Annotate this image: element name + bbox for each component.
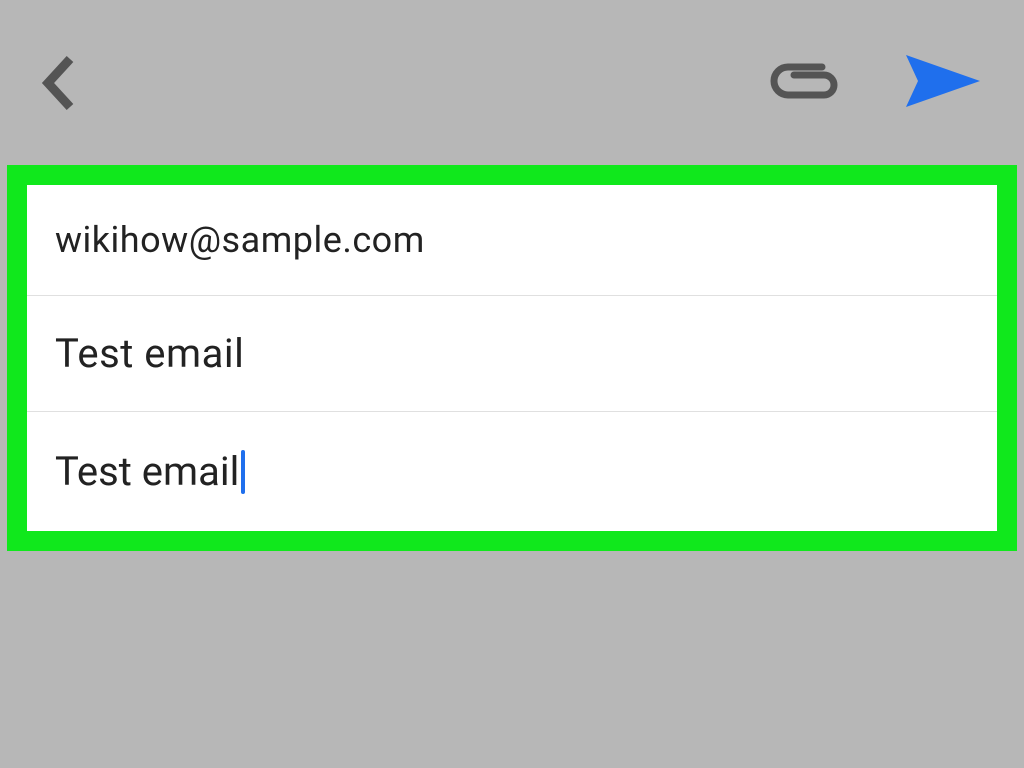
body-value: Test email <box>55 448 239 495</box>
subject-value: Test email <box>55 330 244 377</box>
toolbar-right <box>766 51 984 115</box>
attach-button[interactable] <box>766 60 844 106</box>
send-icon <box>904 51 984 111</box>
chevron-left-icon <box>40 53 80 113</box>
to-value: wikihow@sample.com <box>55 219 425 261</box>
toolbar <box>0 0 1024 165</box>
body-field[interactable]: Test email <box>27 412 997 531</box>
compose-fields: wikihow@sample.com Test email Test email <box>27 185 997 531</box>
to-field[interactable]: wikihow@sample.com <box>27 185 997 296</box>
send-button[interactable] <box>904 51 984 115</box>
compose-highlight: wikihow@sample.com Test email Test email <box>7 165 1017 551</box>
text-cursor <box>241 450 245 494</box>
toolbar-left <box>40 53 80 113</box>
subject-field[interactable]: Test email <box>27 296 997 412</box>
back-button[interactable] <box>40 53 80 113</box>
paperclip-icon <box>766 60 844 102</box>
